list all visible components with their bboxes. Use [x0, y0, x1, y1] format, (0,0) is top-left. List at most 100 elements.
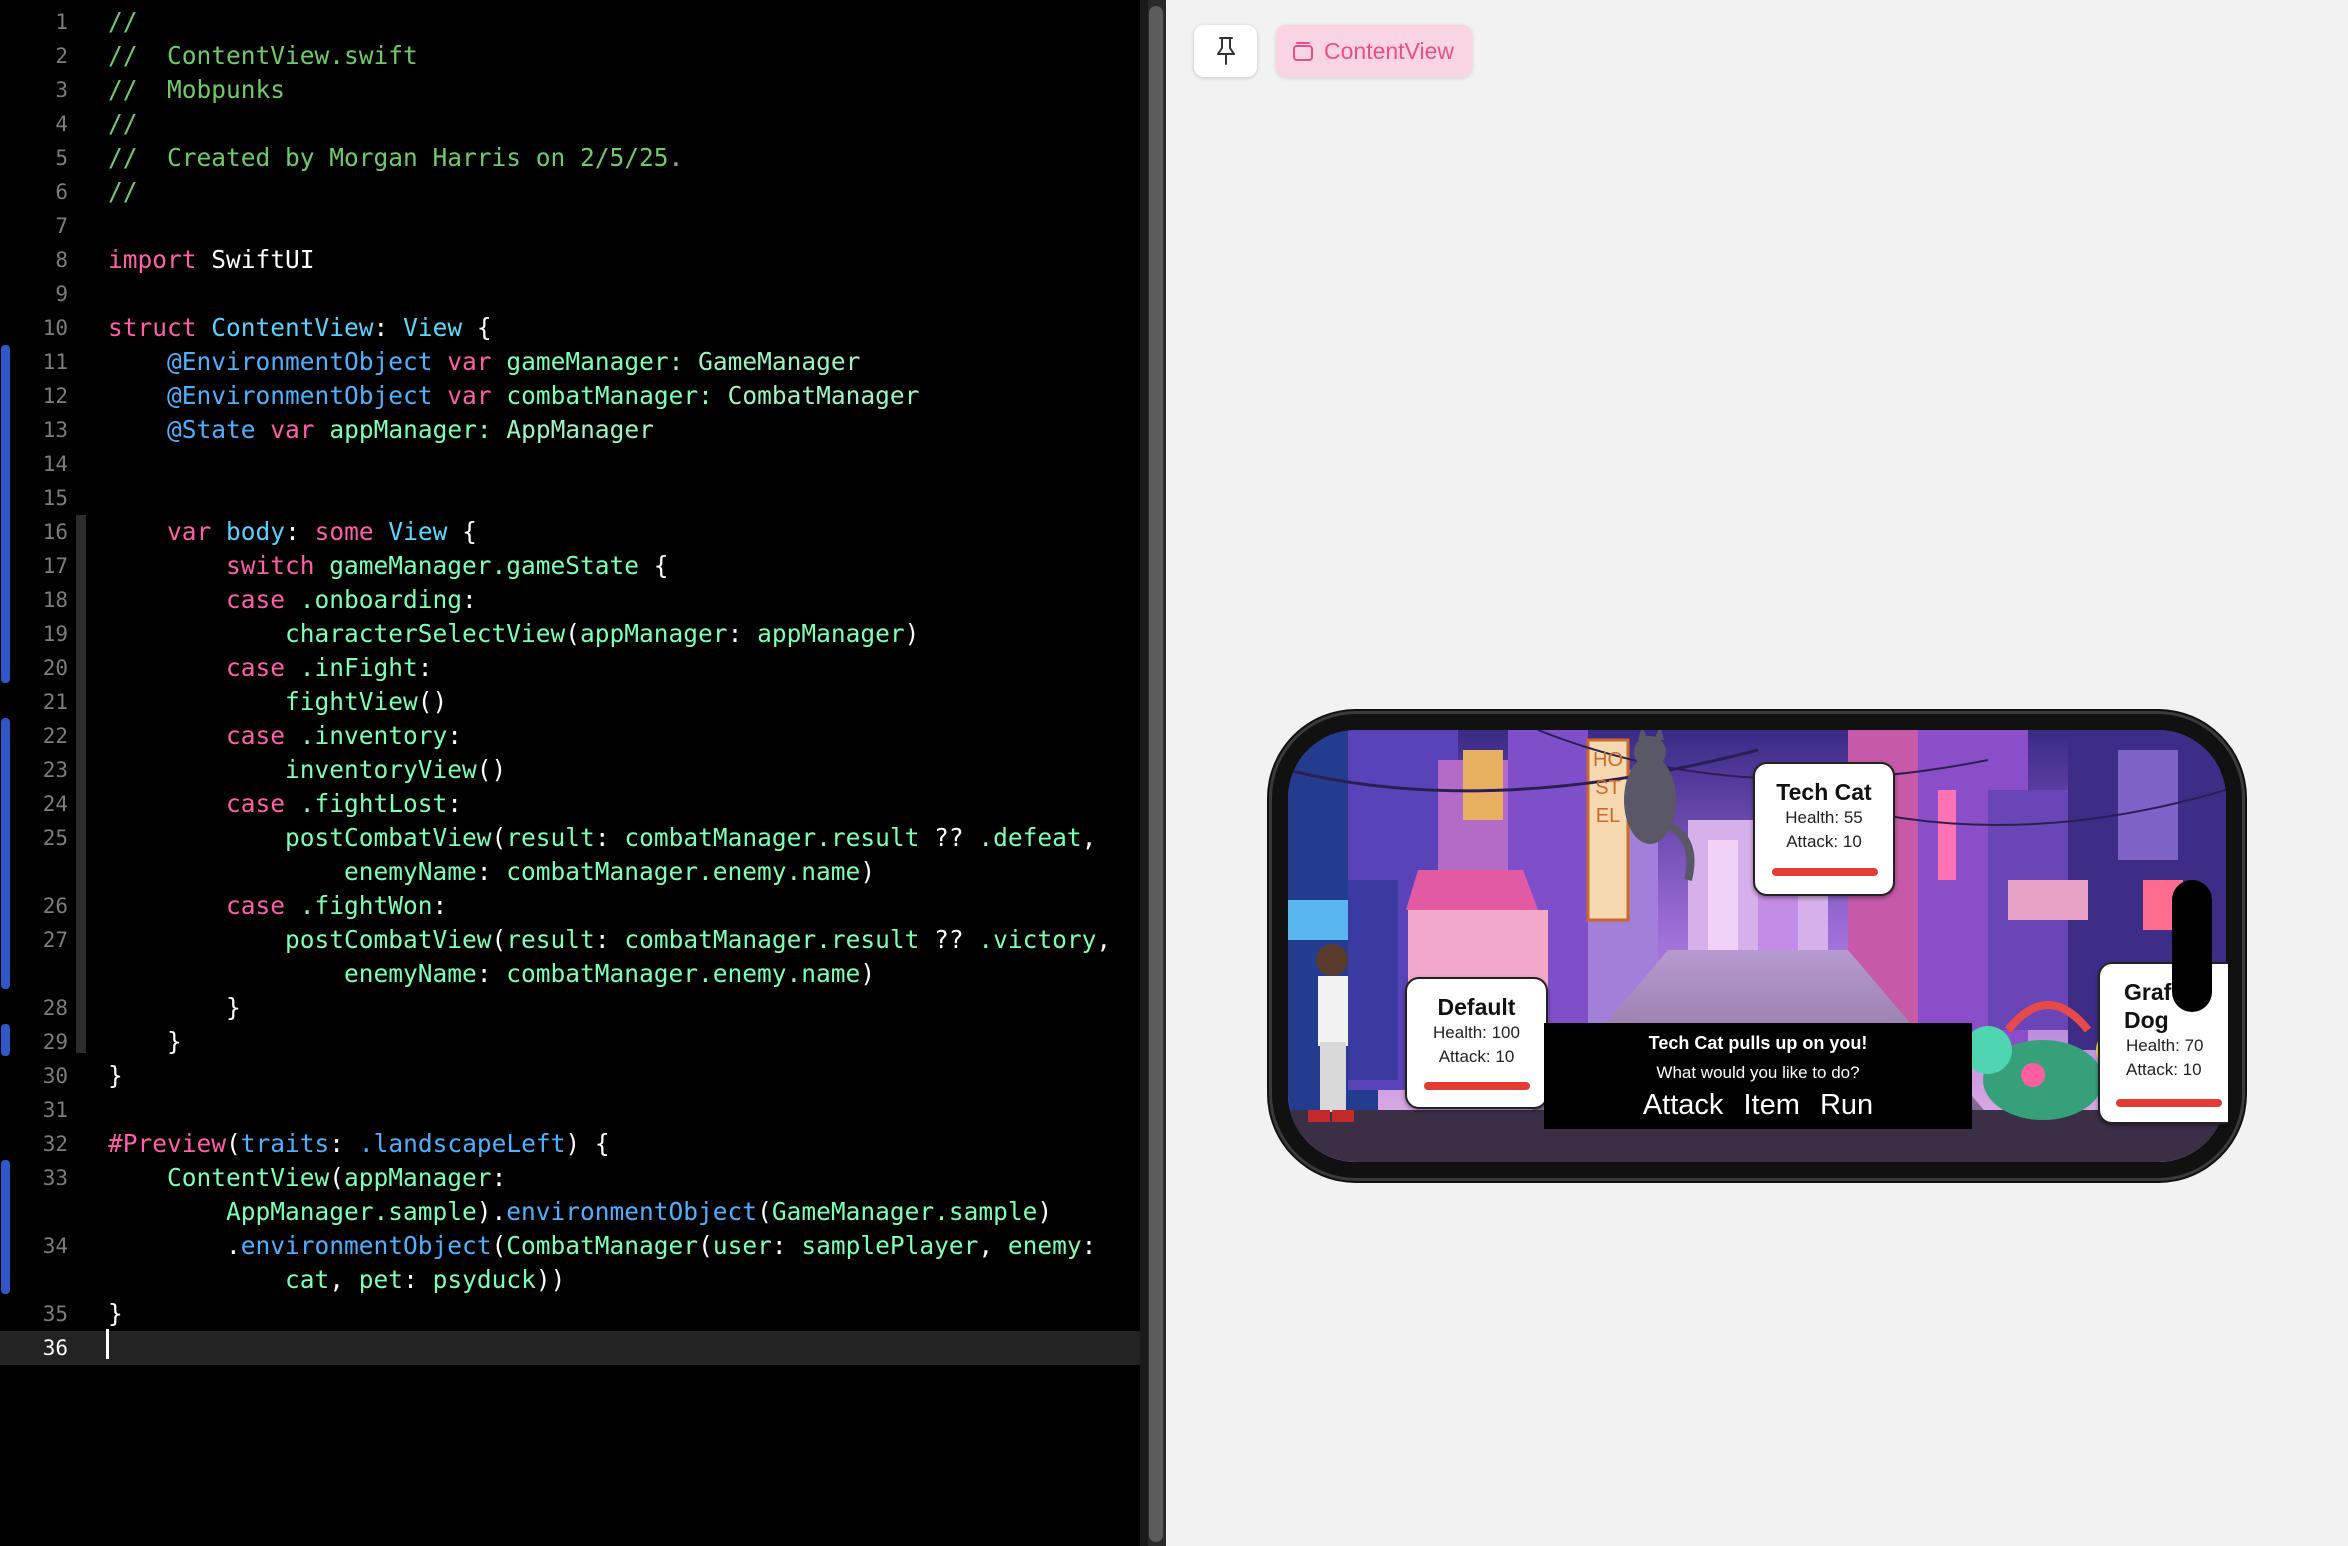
code-token: samplePlayer	[801, 1231, 979, 1260]
code-token: fightView	[285, 687, 418, 716]
code-line[interactable]: 27 postCombatView(result: combatManager.…	[0, 923, 1140, 957]
line-number: 21	[42, 690, 68, 714]
code-line[interactable]: 26 case .fightWon:	[0, 889, 1140, 923]
code-token: some	[314, 517, 374, 546]
code-line[interactable]: 13 @State var appManager: AppManager	[0, 413, 1140, 447]
code-token: switch	[226, 551, 315, 580]
code-text: // Created by Morgan Harris on 2/5/25.	[108, 141, 683, 175]
code-token: enemyName	[344, 857, 477, 886]
code-text: }	[108, 1025, 182, 1059]
code-line[interactable]: 28 }	[0, 991, 1140, 1025]
editor-scrollbar-thumb[interactable]	[1149, 6, 1163, 1542]
code-editor[interactable]: 1//2// ContentView.swift 3// Mobpunks 4//5…	[0, 0, 1140, 1546]
line-number: 4	[55, 112, 68, 136]
line-number: 33	[42, 1166, 68, 1190]
code-line[interactable]: 11 @EnvironmentObject var gameManager: G…	[0, 345, 1140, 379]
enemy-attack: Attack: 10	[1786, 832, 1862, 851]
run-button[interactable]: Run	[1820, 1089, 1873, 1121]
code-token: :	[491, 1163, 507, 1192]
battle-dialog: Tech Cat pulls up on you! What would you…	[1544, 1023, 1972, 1129]
code-line[interactable]: 23 inventoryView()	[0, 753, 1140, 787]
code-text: // ContentView.swift	[108, 39, 418, 73]
code-token: :	[447, 789, 463, 818]
code-line[interactable]: 12 @EnvironmentObject var combatManager:…	[0, 379, 1140, 413]
code-line[interactable]: 16 var body: some View {	[0, 515, 1140, 549]
code-line[interactable]: 4 //	[0, 107, 1140, 141]
code-line[interactable]: enemyName: combatManager.enemy.name)	[0, 855, 1140, 889]
code-line[interactable]: 8 import SwiftUI	[0, 243, 1140, 277]
code-line[interactable]: 22 case .inventory:	[0, 719, 1140, 753]
line-number: 16	[42, 520, 68, 544]
code-line[interactable]: 30}	[0, 1059, 1140, 1093]
code-line[interactable]: 17 switch gameManager.gameState {	[0, 549, 1140, 583]
line-number: 27	[42, 928, 68, 952]
code-line[interactable]: 32 #Preview(traits: .landscapeLeft) {	[0, 1127, 1140, 1161]
attack-button[interactable]: Attack	[1643, 1089, 1724, 1121]
code-token: // ContentView.swift	[108, 41, 418, 70]
code-text: inventoryView()	[108, 753, 506, 787]
code-token: case	[226, 789, 286, 818]
pin-preview-button[interactable]	[1194, 25, 1257, 77]
code-token: :	[727, 619, 758, 648]
line-number: 36	[42, 1336, 68, 1360]
code-line[interactable]: 14	[0, 447, 1140, 481]
code-line[interactable]: 18 case .onboarding:	[0, 583, 1140, 617]
code-line[interactable]: 29 }	[0, 1025, 1140, 1059]
code-token: {	[462, 313, 492, 342]
code-line[interactable]: 10 struct ContentView: View {	[0, 311, 1140, 345]
code-token: }	[108, 1299, 123, 1328]
code-token: postCombatView	[285, 925, 492, 954]
line-number: 22	[42, 724, 68, 748]
item-button[interactable]: Item	[1743, 1089, 1799, 1121]
code-token: var	[167, 517, 212, 546]
code-line[interactable]: 1 //	[0, 5, 1140, 39]
code-line[interactable]: 5 // Created by Morgan Harris on 2/5/25.	[0, 141, 1140, 175]
code-text: @State var appManager: AppManager	[108, 413, 654, 447]
code-text: postCombatView(result: combatManager.res…	[108, 923, 1111, 957]
code-token: .landscapeLeft	[358, 1129, 566, 1158]
code-token: }	[108, 1027, 182, 1056]
code-token: body	[226, 517, 286, 546]
code-line[interactable]: 2 // ContentView.swift	[0, 39, 1140, 73]
code-line[interactable]: 33 ContentView(appManager:	[0, 1161, 1140, 1195]
code-token: View	[403, 313, 463, 342]
line-number: 35	[42, 1302, 68, 1326]
code-token: {	[639, 551, 669, 580]
code-line[interactable]: 36	[0, 1331, 1140, 1365]
player-health-bar	[1424, 1082, 1530, 1090]
code-line[interactable]: 3 // Mobpunks	[0, 73, 1140, 107]
code-token: :	[476, 857, 507, 886]
code-token: .inFight	[285, 653, 418, 682]
code-line[interactable]: 31	[0, 1093, 1140, 1127]
code-line[interactable]: 21 fightView()	[0, 685, 1140, 719]
preview-selector-chip[interactable]: ContentView	[1276, 25, 1472, 77]
code-token: combatManager:	[491, 381, 728, 410]
code-token: var	[447, 347, 492, 376]
code-line[interactable]: cat, pet: psyduck))	[0, 1263, 1140, 1297]
code-token: )	[1037, 1197, 1053, 1226]
code-token: :	[594, 925, 625, 954]
code-line[interactable]: 9	[0, 277, 1140, 311]
code-line[interactable]: 24 case .fightLost:	[0, 787, 1140, 821]
code-line[interactable]: 15	[0, 481, 1140, 515]
code-text: fightView()	[108, 685, 447, 719]
code-line[interactable]: 35}	[0, 1297, 1140, 1331]
code-line[interactable]: 6 //	[0, 175, 1140, 209]
code-line[interactable]: enemyName: combatManager.enemy.name)	[0, 957, 1140, 991]
code-line[interactable]: AppManager.sample).environmentObject(Gam…	[0, 1195, 1140, 1229]
code-line[interactable]: 20 case .inFight:	[0, 651, 1140, 685]
line-number: 14	[42, 452, 68, 476]
code-line[interactable]: 19 characterSelectView(appManager: appMa…	[0, 617, 1140, 651]
pane-divider[interactable]	[1140, 0, 1148, 1546]
dynamic-island	[2172, 880, 2212, 1012]
code-token: (	[757, 1197, 772, 1226]
code-token: var	[270, 415, 315, 444]
code-line[interactable]: 34 .environmentObject(CombatManager(user…	[0, 1229, 1140, 1263]
code-line[interactable]: 7	[0, 209, 1140, 243]
code-text: case .fightLost:	[108, 787, 462, 821]
code-line[interactable]: 25 postCombatView(result: combatManager.…	[0, 821, 1140, 855]
